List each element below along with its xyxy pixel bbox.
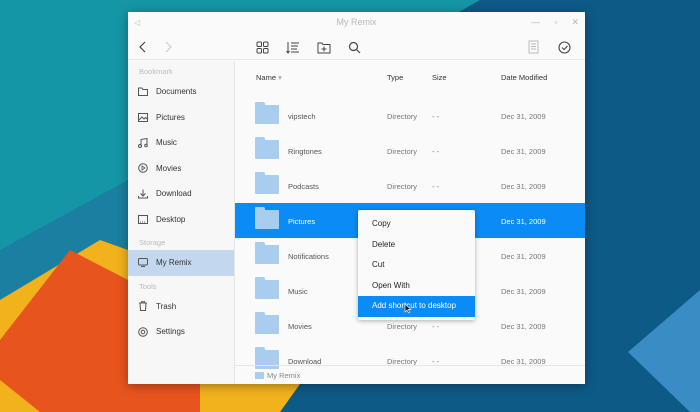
column-name-label: Name	[256, 73, 277, 82]
column-date[interactable]: Date Modified	[501, 73, 547, 82]
sidebar-item-my-remix[interactable]: My Remix	[128, 250, 234, 276]
menu-item-add-shortcut[interactable]: Add shortcut to desktop	[358, 296, 475, 317]
file-manager-window: ◁ My Remix — ▫ ✕ Bookmark Documents Pictur…	[128, 12, 585, 384]
trash-icon	[139, 301, 147, 312]
file-date: Dec 31, 2009	[501, 182, 546, 191]
file-type: Directory	[387, 147, 418, 156]
title-bar: ◁ My Remix — ▫ ✕	[128, 12, 585, 33]
menu-item-delete[interactable]: Delete	[358, 235, 475, 256]
new-folder-icon[interactable]	[314, 37, 334, 57]
file-name: Music	[288, 287, 308, 296]
table-row[interactable]: vipstech Directory - - Dec 31, 2009	[235, 98, 585, 133]
monitor-icon	[138, 258, 148, 268]
sidebar-item-download[interactable]: Download	[128, 181, 234, 207]
sidebar-item-settings[interactable]: Settings	[128, 319, 234, 345]
maximize-button[interactable]: ▫	[554, 12, 557, 33]
file-size: - -	[432, 147, 440, 156]
file-type: Directory	[387, 112, 418, 121]
sidebar-item-label: Trash	[156, 301, 177, 311]
back-triangle-icon[interactable]: ◁	[134, 12, 140, 33]
back-button[interactable]	[133, 37, 153, 57]
sidebar-item-movies[interactable]: Movies	[128, 156, 234, 182]
file-type: Directory	[387, 182, 418, 191]
section-bookmark: Bookmark	[139, 67, 173, 76]
file-name: Pictures	[288, 217, 316, 226]
image-icon	[138, 112, 148, 122]
file-date: Dec 31, 2009	[501, 217, 546, 226]
column-size[interactable]: Size	[432, 73, 447, 82]
status-bar: My Remix	[235, 365, 585, 384]
desktop-icon	[138, 214, 148, 224]
file-date: Dec 31, 2009	[501, 322, 546, 331]
file-date: Dec 31, 2009	[501, 147, 546, 156]
sidebar-item-trash[interactable]: Trash	[128, 294, 234, 320]
menu-item-copy[interactable]: Copy	[358, 214, 475, 235]
current-path: My Remix	[267, 371, 301, 380]
sidebar-item-pictures[interactable]: Pictures	[128, 105, 234, 131]
folder-icon	[255, 277, 279, 299]
context-menu: Copy Delete Cut Open With Add shortcut t…	[358, 210, 475, 320]
sidebar-item-label: Music	[156, 138, 177, 148]
sidebar-item-label: Movies	[156, 163, 182, 173]
file-name: vipstech	[288, 112, 316, 121]
folder-icon	[255, 172, 279, 194]
sort-icon[interactable]	[283, 37, 303, 57]
column-header: Name ▾ Type Size Date Modified	[235, 73, 585, 87]
play-icon	[138, 163, 148, 174]
folder-icon	[255, 207, 279, 229]
sidebar-item-label: Settings	[156, 327, 185, 337]
file-name: Notifications	[288, 252, 329, 261]
folder-icon	[255, 372, 264, 379]
file-name: Ringtones	[288, 147, 322, 156]
download-icon	[138, 189, 148, 199]
forward-button[interactable]	[158, 37, 178, 57]
folder-icon	[255, 242, 279, 264]
menu-item-open-with[interactable]: Open With	[358, 276, 475, 297]
gear-icon	[138, 326, 148, 337]
sidebar-item-label: Pictures	[156, 112, 185, 122]
close-button[interactable]: ✕	[571, 12, 579, 33]
file-size: - -	[432, 322, 440, 331]
column-name[interactable]: Name ▾	[256, 73, 282, 82]
column-type[interactable]: Type	[387, 73, 403, 82]
table-row[interactable]: Ringtones Directory - - Dec 31, 2009	[235, 133, 585, 168]
search-icon[interactable]	[344, 37, 364, 57]
sidebar-item-label: Documents	[156, 87, 197, 97]
file-name: Movies	[288, 322, 312, 331]
menu-item-cut[interactable]: Cut	[358, 255, 475, 276]
toolbar	[128, 33, 585, 60]
sort-down-icon: ▾	[278, 73, 282, 82]
music-icon	[138, 137, 148, 148]
window-title: My Remix	[336, 17, 377, 27]
file-size: - -	[432, 182, 440, 191]
grid-view-icon[interactable]	[252, 37, 272, 57]
folder-icon	[255, 102, 279, 124]
sidebar-item-desktop[interactable]: Desktop	[128, 207, 234, 233]
folder-icon	[255, 137, 279, 159]
mouse-cursor-icon	[404, 303, 412, 314]
sidebar: Bookmark Documents Pictures Music Movies…	[128, 61, 235, 384]
folder-icon	[255, 312, 279, 334]
table-row[interactable]: Podcasts Directory - - Dec 31, 2009	[235, 168, 585, 203]
minimize-button[interactable]: —	[531, 12, 540, 33]
file-size: - -	[432, 112, 440, 121]
select-check-icon[interactable]	[554, 37, 574, 57]
sidebar-item-label: Download	[156, 189, 192, 199]
file-date: Dec 31, 2009	[501, 252, 546, 261]
file-date: Dec 31, 2009	[501, 287, 546, 296]
sidebar-item-label: My Remix	[156, 258, 192, 268]
sidebar-item-music[interactable]: Music	[128, 130, 234, 156]
file-type: Directory	[387, 322, 418, 331]
file-name: Podcasts	[288, 182, 319, 191]
clipboard-icon[interactable]	[523, 37, 543, 57]
file-date: Dec 31, 2009	[501, 112, 546, 121]
folder-icon	[138, 87, 148, 97]
section-storage: Storage	[139, 238, 166, 247]
sidebar-item-documents[interactable]: Documents	[128, 79, 234, 105]
sidebar-item-label: Desktop	[156, 214, 186, 224]
section-tools: Tools	[139, 281, 157, 291]
